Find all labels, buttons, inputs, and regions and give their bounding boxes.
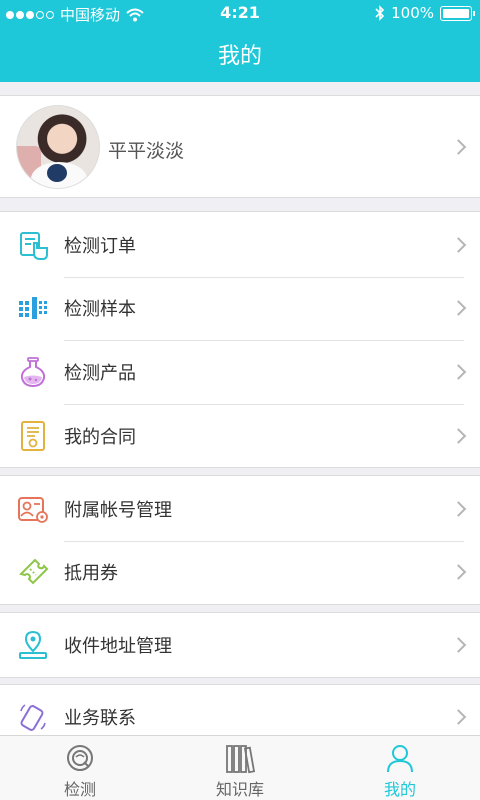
menu-item-label: 附属帐号管理 [64, 500, 172, 521]
status-right: 100% [375, 4, 475, 22]
status-bar: 中国移动 4:21 100% [0, 0, 480, 26]
menu-item-label: 检测产品 [64, 363, 136, 384]
tab-bar: 检测 知识库 我的 [0, 735, 480, 800]
account-settings-icon [18, 497, 48, 523]
chevron-right-icon [450, 300, 467, 316]
menu-item-label: 收件地址管理 [64, 636, 172, 657]
menu-group-detection: 检测订单 检测样本 检测产品 我的合同 [0, 211, 480, 468]
sample-icon [19, 297, 47, 319]
top-bar: 中国移动 4:21 100% 我的 [0, 0, 480, 82]
menu-item-label: 检测样本 [64, 299, 136, 320]
menu-group-account: 附属帐号管理 抵用券 [0, 475, 480, 605]
bluetooth-icon [375, 5, 385, 21]
menu-item-label: 我的合同 [64, 427, 136, 448]
contract-icon [21, 421, 45, 451]
tab-detect[interactable]: 检测 [0, 736, 160, 800]
tab-label: 检测 [63, 780, 96, 799]
phone-icon [20, 704, 46, 731]
menu-item-label: 抵用券 [64, 563, 118, 584]
chevron-right-icon [450, 501, 467, 517]
chevron-right-icon [450, 138, 467, 155]
tab-label: 知识库 [215, 780, 264, 799]
battery-icon [440, 5, 475, 21]
chevron-right-icon [450, 364, 467, 380]
tab-label: 我的 [383, 780, 416, 799]
flask-icon [20, 357, 46, 388]
menu-item-products[interactable]: 检测产品 [0, 340, 480, 404]
menu-item-coupons[interactable]: 抵用券 [0, 541, 480, 603]
menu-item-sub-accounts[interactable]: 附属帐号管理 [0, 477, 480, 541]
chevron-right-icon [450, 237, 467, 253]
avatar[interactable] [16, 105, 100, 189]
page-title: 我的 [217, 44, 262, 69]
profile-row[interactable]: 平平淡淡 [0, 95, 480, 198]
menu-item-label: 检测订单 [64, 236, 136, 257]
chevron-right-icon [450, 428, 467, 444]
profile-name: 平平淡淡 [108, 140, 185, 162]
coupon-icon [19, 558, 49, 585]
person-icon [387, 745, 413, 773]
menu-item-label: 业务联系 [64, 708, 136, 729]
menu-item-address[interactable]: 收件地址管理 [0, 613, 480, 677]
chevron-right-icon [450, 564, 467, 580]
books-icon [226, 745, 256, 774]
menu-group-address: 收件地址管理 [0, 612, 480, 678]
chevron-right-icon [450, 709, 467, 725]
menu-item-contracts[interactable]: 我的合同 [0, 404, 480, 468]
menu-item-samples[interactable]: 检测样本 [0, 277, 480, 339]
detect-icon [67, 745, 93, 771]
order-hand-icon [20, 232, 48, 260]
tab-mine[interactable]: 我的 [320, 736, 480, 800]
chevron-right-icon [450, 637, 467, 653]
location-icon [19, 630, 47, 659]
tab-knowledge[interactable]: 知识库 [160, 736, 320, 800]
battery-percent: 100% [391, 4, 434, 22]
menu-item-orders[interactable]: 检测订单 [0, 213, 480, 277]
